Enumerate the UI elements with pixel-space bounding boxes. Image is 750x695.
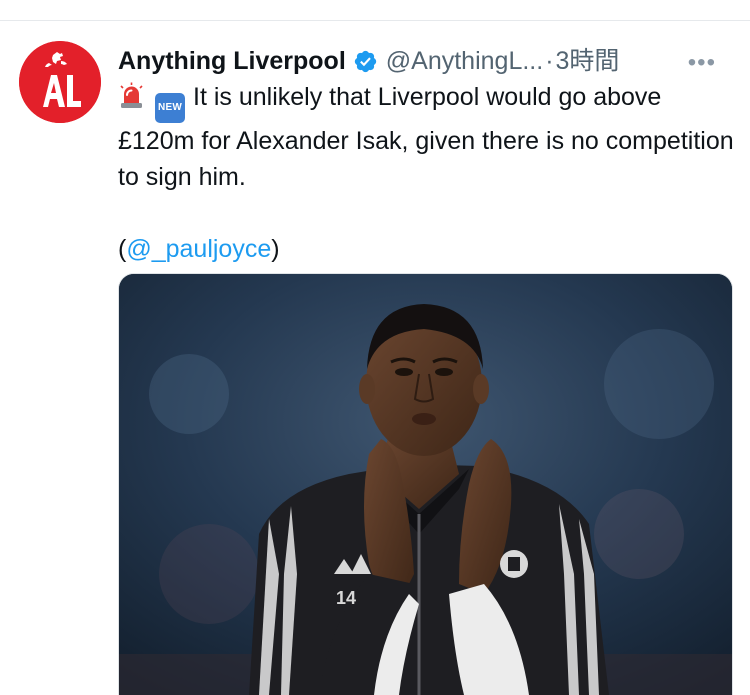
separator: · — [545, 47, 554, 75]
tweet-text: NEW It is unlikely that Liverpool would g… — [118, 79, 738, 267]
new-button-emoji: NEW — [155, 93, 185, 123]
liverbird-logo-icon: AL — [19, 41, 101, 123]
rotating-light-emoji — [118, 82, 145, 109]
mention-close-paren: ) — [271, 235, 280, 263]
tweet[interactable]: AL Anything Liverpool @AnythingL... · 3時… — [0, 21, 750, 695]
more-options-icon[interactable]: ••• — [688, 45, 716, 81]
avatar[interactable]: AL — [19, 41, 101, 123]
display-name[interactable]: Anything Liverpool — [118, 43, 346, 79]
verified-badge-icon — [354, 50, 376, 72]
timestamp[interactable]: 3時間 — [556, 43, 620, 79]
tweet-header: Anything Liverpool @AnythingL... · 3時間 •… — [118, 43, 738, 79]
tweet-media-image[interactable]: 14 — [118, 273, 733, 695]
mention-line: (@_pauljoyce) — [118, 231, 738, 267]
mention-link[interactable]: @_pauljoyce — [126, 235, 271, 263]
jersey-number: 14 — [336, 588, 356, 608]
player-photo: 14 — [119, 274, 732, 695]
handle[interactable]: @AnythingL... — [386, 43, 543, 79]
tweet-body-text: It is unlikely that Liverpool would go a… — [118, 83, 734, 191]
